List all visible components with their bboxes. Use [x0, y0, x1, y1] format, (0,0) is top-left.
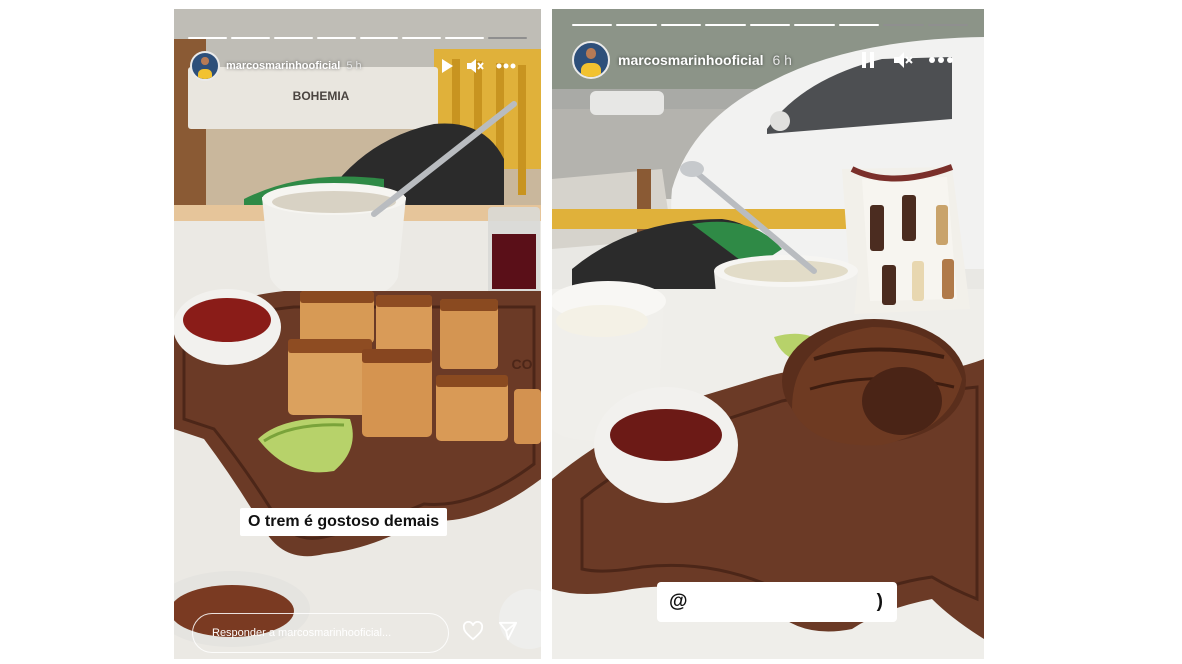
progress-segment — [572, 24, 613, 26]
story-progress-bar — [188, 37, 527, 39]
reply-placeholder: Responder a marcosmarinhooficial... — [212, 627, 392, 639]
post-time: 5 h — [346, 60, 362, 72]
progress-segment — [794, 24, 835, 26]
story-progress-bar — [572, 24, 968, 26]
mute-icon[interactable] — [466, 58, 484, 74]
username[interactable]: marcosmarinhooficial — [226, 60, 340, 72]
heart-icon[interactable] — [462, 621, 484, 641]
story-right[interactable]: marcosmarinhooficial 6 h @ ) — [552, 9, 984, 659]
board-logo-text: CO — [512, 356, 533, 372]
progress-segment — [316, 37, 356, 39]
more-icon[interactable] — [496, 63, 516, 69]
mention-at: @ — [669, 591, 688, 612]
sign-text: BOHEMIA — [293, 89, 350, 103]
post-time: 6 h — [772, 52, 792, 68]
progress-segment — [705, 24, 746, 26]
progress-segment — [883, 24, 924, 26]
story-controls — [440, 58, 516, 74]
more-icon[interactable] — [929, 57, 953, 63]
avatar[interactable] — [190, 51, 220, 81]
progress-segment — [445, 37, 485, 39]
send-icon[interactable] — [498, 621, 518, 641]
story-header: marcosmarinhooficial 5 h — [190, 51, 362, 81]
progress-segment — [488, 37, 527, 39]
username[interactable]: marcosmarinhooficial — [618, 52, 764, 68]
mention-sticker[interactable]: @ ) — [657, 582, 897, 622]
reply-input[interactable]: Responder a marcosmarinhooficial... — [192, 613, 449, 653]
story-controls — [861, 51, 953, 69]
story-caption: O trem é gostoso demais — [240, 508, 448, 536]
progress-segment — [927, 24, 968, 26]
progress-segment — [616, 24, 657, 26]
progress-segment — [359, 37, 399, 39]
progress-segment — [749, 24, 791, 26]
progress-segment — [230, 37, 270, 39]
mute-icon[interactable] — [893, 51, 913, 69]
mention-end: ) — [876, 591, 883, 612]
story-photo-pork-belly: BOHEMIA CO — [174, 9, 541, 659]
story-photo-pork-roll — [552, 9, 984, 659]
progress-segment — [660, 24, 702, 26]
progress-segment — [188, 37, 227, 39]
pause-icon[interactable] — [861, 51, 875, 69]
avatar[interactable] — [572, 41, 610, 79]
progress-segment — [402, 37, 442, 39]
story-header: marcosmarinhooficial 6 h — [572, 41, 792, 79]
story-left[interactable]: BOHEMIA CO marcosmarinhooficial 5 h O tr… — [174, 9, 541, 659]
play-icon[interactable] — [440, 58, 454, 74]
progress-segment — [838, 24, 880, 26]
progress-segment — [273, 37, 313, 39]
